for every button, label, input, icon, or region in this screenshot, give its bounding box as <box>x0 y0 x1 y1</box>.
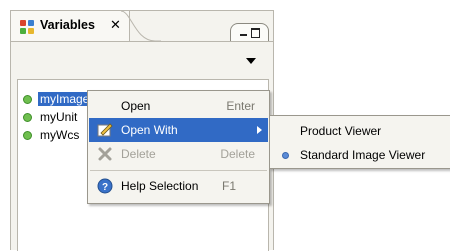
svg-text:?: ? <box>102 182 108 193</box>
menu-separator <box>90 170 267 171</box>
menu-item-label: Delete <box>121 147 156 161</box>
maximize-icon[interactable] <box>251 28 260 38</box>
tab-title: Variables <box>40 18 95 32</box>
open-with-submenu: Product Viewer Standard Image Viewer <box>269 115 450 169</box>
tab-variables[interactable]: Variables ✕ <box>11 11 130 41</box>
variable-dot-icon <box>23 131 32 140</box>
submenu-item-label: Product Viewer <box>300 124 382 138</box>
delete-icon <box>98 147 112 161</box>
menu-item-label: Open With <box>121 123 178 137</box>
menu-item-label: Help Selection <box>121 179 199 193</box>
tab-curve <box>121 11 161 42</box>
menu-item-open[interactable]: Open Enter <box>89 94 268 118</box>
chevron-down-icon[interactable] <box>246 58 256 64</box>
menu-item-open-with[interactable]: Open With <box>89 118 268 142</box>
minimize-icon[interactable] <box>240 34 247 36</box>
menu-item-accelerator: Enter <box>226 99 255 113</box>
submenu-item-standard-image-viewer[interactable]: Standard Image Viewer <box>270 142 450 166</box>
menu-item-accelerator: Delete <box>220 147 255 161</box>
submenu-arrow-icon <box>257 126 262 134</box>
variable-dot-icon <box>23 113 32 122</box>
menu-item-accelerator: F1 <box>222 179 237 193</box>
close-icon[interactable]: ✕ <box>110 17 121 33</box>
variable-name: myWcs <box>40 128 80 142</box>
submenu-item-label: Standard Image Viewer <box>300 148 426 162</box>
help-icon: ? <box>97 178 113 194</box>
variable-name: myUnit <box>40 110 78 124</box>
open-with-icon <box>97 123 113 137</box>
context-menu: Open Enter Open With Delete Delete ? Hel… <box>87 90 270 204</box>
variable-dot-icon <box>23 95 32 104</box>
submenu-item-product-viewer[interactable]: Product Viewer <box>270 118 450 142</box>
menu-item-help-selection[interactable]: ? Help Selection F1 <box>89 174 268 198</box>
menu-item-label: Open <box>121 99 151 113</box>
radio-selected-icon <box>282 152 289 159</box>
tab-underline <box>11 41 273 42</box>
menu-item-delete[interactable]: Delete Delete <box>89 142 268 166</box>
view-controls <box>230 23 269 42</box>
variables-icon <box>20 20 34 34</box>
